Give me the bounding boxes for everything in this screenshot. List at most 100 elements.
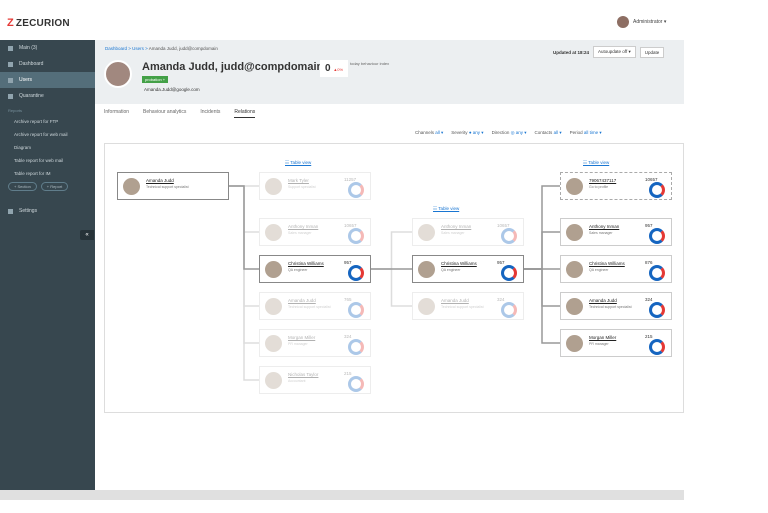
sidebar-item-quarantine[interactable]: Quarantine (0, 88, 95, 104)
sidebar-report-item[interactable]: Archive report for FTP (0, 115, 95, 128)
contact-name[interactable]: Amanda Judd (146, 178, 174, 183)
contact-card[interactable]: Nicholas Taylor Accountant 215 (259, 366, 371, 394)
contact-card[interactable]: 79067437117 Go to profile 10657 (560, 172, 672, 200)
contact-card[interactable]: Christina Williams QA engineer 957 (412, 255, 524, 283)
reports-heading: Reports (8, 108, 23, 113)
avatar (265, 178, 282, 195)
contact-role: Support specialist (288, 185, 316, 189)
add-report-button[interactable]: + Report (40, 182, 69, 191)
relation-link (229, 185, 259, 270)
breadcrumb[interactable]: Dashboard > Users > Amanda Judd, judd@co… (105, 46, 218, 51)
avatar (265, 372, 282, 389)
avatar (566, 261, 583, 278)
sidebar-item-settings[interactable]: Settings (0, 203, 95, 219)
avatar (566, 335, 583, 352)
autoupdate-select[interactable]: Autoupdate off ▾ (593, 46, 636, 58)
scrollbar[interactable] (0, 490, 684, 500)
contact-name[interactable]: Christina Williams (288, 261, 324, 266)
status-badge[interactable]: probation + (142, 76, 169, 83)
severity-ring (348, 302, 364, 318)
contact-card[interactable]: Morgan Miller PR manager 324 (259, 329, 371, 357)
behaviour-score: 0 ▲0% (320, 60, 349, 77)
contact-card[interactable]: Anthony Inman Sales manager 10657 (259, 218, 371, 246)
contact-count: 324 (497, 297, 505, 302)
contact-name[interactable]: Nicholas Taylor (288, 372, 318, 377)
contact-card[interactable]: Amanda Judd Technical support specialist 3… (412, 292, 524, 320)
contact-name[interactable]: Christina Williams (441, 261, 477, 266)
contact-card[interactable]: Anthony Inman Sales manager 10657 (412, 218, 524, 246)
collapse-sidebar-button[interactable]: « (80, 230, 94, 240)
sidebar-report-item[interactable]: Archive report for web mail (0, 128, 95, 141)
contact-count: 876 (645, 260, 653, 265)
updated-text: Updated at 18:24 (553, 49, 590, 55)
avatar (566, 298, 583, 315)
avatar (617, 16, 629, 28)
brand-logo[interactable]: Z ZECURION (7, 17, 70, 29)
contact-role: Technical support specialist (288, 305, 331, 309)
contact-name[interactable]: Anthony Inman (589, 224, 619, 229)
contact-card[interactable]: Amanda Judd Technical support specialist (117, 172, 229, 200)
relation-link (524, 231, 560, 270)
filter-bar: Channels all ▾ Severity ● any ▾ Direction … (415, 130, 602, 136)
contact-name[interactable]: Amanda Judd (288, 298, 316, 303)
contact-card[interactable]: Morgan Miller PR manager 215 (560, 329, 672, 357)
contact-name[interactable]: Morgan Miller (288, 335, 315, 340)
table-view-link[interactable]: ☷ Table view (583, 160, 609, 166)
menu-icon (8, 77, 13, 83)
sidebar: Main (3) Dashboard Users Quarantine Reports… (0, 40, 95, 490)
sidebar-item-dashboard[interactable]: Dashboard (0, 56, 95, 72)
update-button[interactable]: Update (639, 46, 665, 58)
contact-role: Go to profile (589, 185, 609, 189)
contact-card[interactable]: Amanda Judd Technical support specialist 3… (560, 292, 672, 320)
tab-incidents[interactable]: Incidents (200, 109, 220, 118)
sidebar-report-item[interactable]: Table report for web mail (0, 154, 95, 167)
filter-contacts[interactable]: Contacts all ▾ (535, 130, 562, 136)
contact-card[interactable]: Mark Tyler Support specialist 11257 (259, 172, 371, 200)
table-view-link[interactable]: ☷ Table view (285, 160, 311, 166)
contact-name[interactable]: Anthony Inman (441, 224, 471, 229)
contact-name[interactable]: Anthony Inman (288, 224, 318, 229)
tab-relations[interactable]: Relations (234, 109, 256, 118)
contact-name[interactable]: Amanda Judd (589, 298, 617, 303)
sidebar-item-main-[interactable]: Main (3) (0, 40, 95, 56)
contact-card[interactable]: Anthony Inman Sales manager 957 (560, 218, 672, 246)
sidebar-report-item[interactable]: Diagram (0, 141, 95, 154)
email-text: Amanda.Judd@google.com (144, 87, 200, 92)
avatar (123, 178, 140, 195)
menu-icon (8, 61, 13, 67)
severity-ring (649, 228, 665, 244)
contact-name[interactable]: Christina Williams (589, 261, 625, 266)
contact-count: 215 (645, 334, 653, 339)
contact-card[interactable]: Christina Williams QA engineer 957 (259, 255, 371, 283)
contact-role: Technical support specialist (441, 305, 484, 309)
filter-severity[interactable]: Severity ● any ▾ (451, 130, 483, 136)
contact-name[interactable]: Morgan Miller (589, 335, 616, 340)
avatar (418, 261, 435, 278)
contact-role: Technical support specialist (146, 185, 189, 189)
tab-information[interactable]: Information (104, 109, 129, 118)
logo-icon: Z (7, 17, 14, 29)
contact-role: Accountant (288, 379, 306, 383)
user-menu[interactable]: Administrator ▾ (617, 16, 666, 28)
avatar (265, 335, 282, 352)
contact-card[interactable]: Amanda Judd Technical support specialist 7… (259, 292, 371, 320)
sidebar-item-users[interactable]: Users (0, 72, 95, 88)
contact-name[interactable]: Mark Tyler (288, 178, 309, 183)
contact-name[interactable]: Amanda Judd (441, 298, 469, 303)
filter-period[interactable]: Period all time ▾ (570, 130, 602, 136)
add-section-button[interactable]: + Section (8, 182, 37, 191)
sidebar-report-item[interactable]: Table report for IM (0, 167, 95, 180)
avatar (265, 224, 282, 241)
contact-card[interactable]: Christina Williams QA engineer 876 (560, 255, 672, 283)
filter-channels[interactable]: Channels all ▾ (415, 130, 443, 136)
avatar (566, 224, 583, 241)
relation-link (371, 231, 412, 270)
filter-direction[interactable]: Direction ◎ any ▾ (492, 130, 527, 136)
contact-role: Sales manager (589, 231, 613, 235)
menu-icon (8, 45, 13, 51)
tab-bar: Information Behaviour analytics Incident… (104, 109, 256, 118)
avatar (566, 178, 583, 195)
contact-name[interactable]: 79067437117 (589, 178, 616, 183)
tab-behaviour-analytics[interactable]: Behaviour analytics (143, 109, 186, 118)
table-view-link[interactable]: ☷ Table view (433, 206, 459, 212)
